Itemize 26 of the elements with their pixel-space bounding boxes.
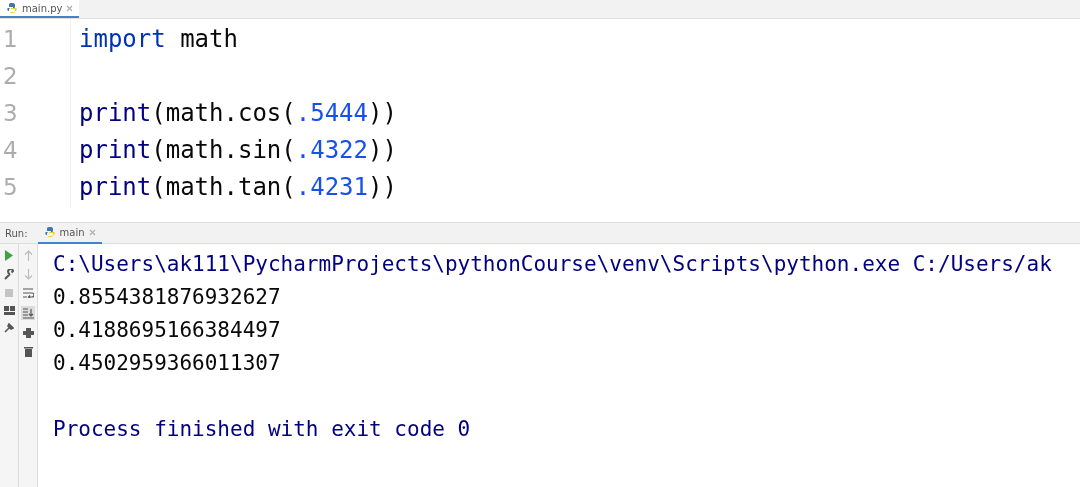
scroll-to-end-button[interactable] [21,306,35,320]
line-number: 3 [2,99,19,126]
file-tab[interactable]: main.py [0,0,80,18]
pin-icon[interactable] [4,323,14,333]
run-label: Run: [5,227,28,239]
layout-icon[interactable] [3,306,15,315]
python-file-icon [6,2,18,14]
console-line: 0.8554381876932627 [53,284,282,311]
code-line: print(math.cos(.5444)) [79,98,397,127]
console-line: C:\Users\ak111\PycharmProjects\pythonCourse\venv\Scripts\python.exe C:/Users/ak [53,251,1052,278]
console-line: 0.4188695166384497 [53,317,282,344]
run-icon[interactable] [4,250,14,261]
run-tab[interactable]: main [37,222,102,244]
python-icon [43,226,56,238]
code-line: print(math.tan(.4231)) [79,172,397,201]
soft-wrap-icon[interactable] [22,288,34,298]
code-line: import math [79,24,238,53]
line-number: 4 [2,136,19,163]
console-line: Process finished with exit code 0 [53,416,472,443]
tab-label: main.py [22,2,63,14]
line-number: 1 [2,25,19,52]
code-line: print(math.sin(.4322)) [79,135,397,164]
line-number: 2 [2,62,19,89]
console-line: 0.4502959366011307 [53,350,282,377]
trash-icon[interactable] [23,346,33,357]
line-number: 5 [2,173,19,200]
